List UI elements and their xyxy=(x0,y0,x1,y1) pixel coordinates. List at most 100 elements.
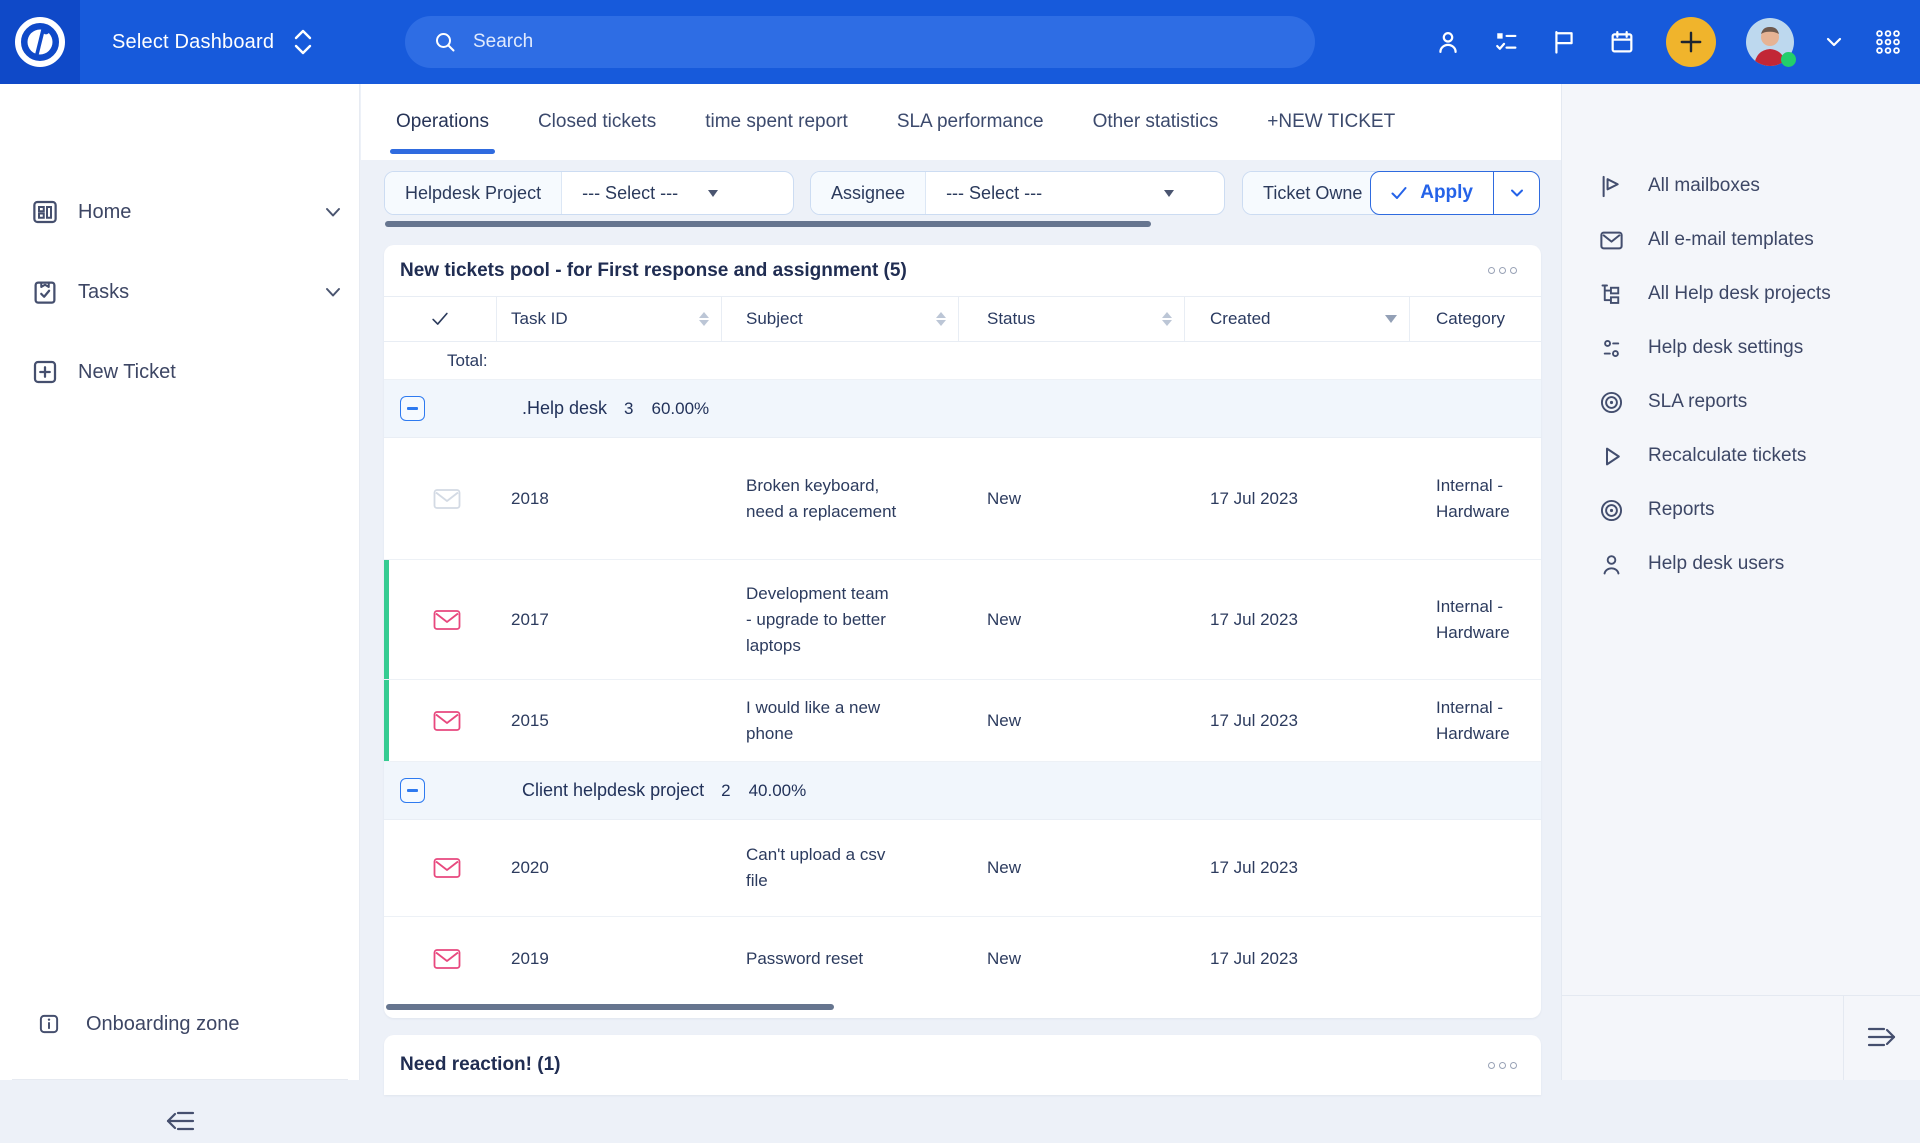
envelope-icon[interactable] xyxy=(433,856,461,880)
sidebar-item-onboarding-zone[interactable]: Onboarding zone xyxy=(0,992,359,1056)
column-header-task-id[interactable]: Task ID xyxy=(497,297,722,341)
sidebar-item-reports[interactable]: Reports xyxy=(1562,483,1920,537)
group-row-client-helpdesk[interactable]: Client helpdesk project 2 40.00% xyxy=(384,762,1541,820)
tab-other-statistics[interactable]: Other statistics xyxy=(1093,84,1219,160)
group-count: 2 xyxy=(721,781,730,801)
expand-right-icon xyxy=(1864,1022,1900,1052)
group-name: Client helpdesk project xyxy=(522,780,704,801)
tab-time-spent-report[interactable]: time spent report xyxy=(705,84,848,160)
filter-assignee: Assignee --- Select --- xyxy=(810,171,1225,215)
sidebar-item-label: SLA reports xyxy=(1648,391,1747,413)
collapse-sidebar-button[interactable] xyxy=(158,1099,202,1143)
select-value: --- Select --- xyxy=(582,183,678,204)
horizontal-scrollbar[interactable] xyxy=(385,221,1151,227)
envelope-icon[interactable] xyxy=(433,947,461,971)
sort-icon[interactable] xyxy=(936,312,946,326)
assignee-select[interactable]: --- Select --- xyxy=(926,172,1190,214)
tab-sla-performance[interactable]: SLA performance xyxy=(897,84,1044,160)
avatar[interactable] xyxy=(1746,18,1794,66)
column-header-category[interactable]: Category xyxy=(1410,297,1541,341)
sidebar-item-new-ticket[interactable]: New Ticket xyxy=(0,332,359,412)
sidebar-item-label: All Help desk projects xyxy=(1648,283,1831,305)
sort-icon[interactable] xyxy=(699,312,709,326)
dashboard-content: Helpdesk Project --- Select --- Assignee… xyxy=(361,160,1561,1080)
chevron-updown-icon xyxy=(292,27,314,57)
tab-operations[interactable]: Operations xyxy=(396,84,489,160)
table-header: Task ID Subject Status Created Category xyxy=(384,296,1541,342)
expand-sidebar-button[interactable] xyxy=(1860,1015,1904,1059)
tab-closed-tickets[interactable]: Closed tickets xyxy=(538,84,656,160)
create-new-button[interactable] xyxy=(1666,17,1716,67)
ticket-row[interactable]: 2020 Can't upload a csv file New 17 Jul … xyxy=(384,820,1541,917)
check-icon xyxy=(1389,183,1409,203)
sidebar-item-home[interactable]: Home xyxy=(0,172,359,252)
group-percent: 40.00% xyxy=(749,781,807,801)
left-sidebar: Home Tasks New Ticket Onboarding zone xyxy=(0,84,360,1080)
apply-dropdown-button[interactable] xyxy=(1493,172,1539,214)
target-icon xyxy=(1598,497,1625,524)
sidebar-item-label: Recalculate tickets xyxy=(1648,445,1806,467)
online-status-dot xyxy=(1781,52,1796,67)
chevron-down-icon[interactable] xyxy=(322,281,344,303)
chevron-down-icon[interactable] xyxy=(322,201,344,223)
ticket-row[interactable]: 2018 Broken keyboard, need a replacement… xyxy=(384,438,1541,560)
app-logo[interactable] xyxy=(0,0,80,84)
caret-down-icon xyxy=(708,190,718,197)
sidebar-item-label: Onboarding zone xyxy=(86,1013,239,1036)
group-row-help-desk[interactable]: .Help desk 3 60.00% xyxy=(384,380,1541,438)
filter-label: Assignee xyxy=(811,172,926,214)
select-value: --- Select --- xyxy=(946,183,1042,204)
column-header-subject[interactable]: Subject xyxy=(722,297,959,341)
collapse-group-button[interactable] xyxy=(400,396,425,421)
sidebar-item-label: All e-mail templates xyxy=(1648,229,1814,251)
play-icon xyxy=(1598,443,1625,470)
panel-menu-button[interactable] xyxy=(1486,261,1519,280)
apps-grid-icon[interactable] xyxy=(1874,28,1902,56)
calendar-icon[interactable] xyxy=(1608,28,1636,56)
search-icon xyxy=(433,30,457,54)
group-percent: 60.00% xyxy=(652,399,710,419)
select-all-column[interactable] xyxy=(384,297,497,341)
total-label: Total: xyxy=(447,351,488,371)
checklist-icon[interactable] xyxy=(1492,28,1520,56)
sidebar-item-tasks[interactable]: Tasks xyxy=(0,252,359,332)
apply-label: Apply xyxy=(1420,182,1473,204)
filter-bar: Helpdesk Project --- Select --- Assignee… xyxy=(384,171,1540,215)
search-bar[interactable] xyxy=(405,16,1315,68)
sidebar-item-label: Reports xyxy=(1648,499,1715,521)
sidebar-item-label: Help desk settings xyxy=(1648,337,1803,359)
column-header-created[interactable]: Created xyxy=(1185,297,1410,341)
ticket-row[interactable]: 2017 Development team - upgrade to bette… xyxy=(384,560,1541,680)
user-icon[interactable] xyxy=(1434,28,1462,56)
sidebar-item-all-mailboxes[interactable]: All mailboxes xyxy=(1562,159,1920,213)
sidebar-item-help-desk-users[interactable]: Help desk users xyxy=(1562,537,1920,591)
envelope-icon[interactable] xyxy=(433,709,461,733)
dashboard-icon xyxy=(30,197,60,227)
avatar-chevron-down-icon[interactable] xyxy=(1824,28,1844,56)
panel-horizontal-scrollbar[interactable] xyxy=(386,1004,834,1010)
envelope-icon[interactable] xyxy=(433,608,461,632)
check-icon xyxy=(429,308,451,330)
ticket-row[interactable]: 2019 Password reset New 17 Jul 2023 xyxy=(384,917,1541,1000)
tab-new-ticket[interactable]: +NEW TICKET xyxy=(1267,84,1395,160)
plus-icon xyxy=(1678,29,1704,55)
ticket-row[interactable]: 2015 I would like a new phone New 17 Jul… xyxy=(384,680,1541,762)
flag-icon[interactable] xyxy=(1550,28,1578,56)
target-icon xyxy=(1598,389,1625,416)
apply-button[interactable]: Apply xyxy=(1371,172,1493,214)
sidebar-item-all-email-templates[interactable]: All e-mail templates xyxy=(1562,213,1920,267)
search-input[interactable] xyxy=(473,31,1173,53)
sort-icon[interactable] xyxy=(1162,312,1172,326)
helpdesk-project-select[interactable]: --- Select --- xyxy=(562,172,734,214)
collapse-group-button[interactable] xyxy=(400,778,425,803)
sidebar-item-sla-reports[interactable]: SLA reports xyxy=(1562,375,1920,429)
sort-desc-icon[interactable] xyxy=(1385,315,1397,323)
panel-menu-button[interactable] xyxy=(1486,1056,1519,1075)
sidebar-item-recalculate-tickets[interactable]: Recalculate tickets xyxy=(1562,429,1920,483)
column-header-status[interactable]: Status xyxy=(959,297,1185,341)
sidebar-item-help-desk-settings[interactable]: Help desk settings xyxy=(1562,321,1920,375)
envelope-icon[interactable] xyxy=(433,487,461,511)
dashboard-selector[interactable]: Select Dashboard xyxy=(112,27,314,57)
sidebar-item-all-help-desk-projects[interactable]: All Help desk projects xyxy=(1562,267,1920,321)
info-icon xyxy=(36,1011,62,1037)
